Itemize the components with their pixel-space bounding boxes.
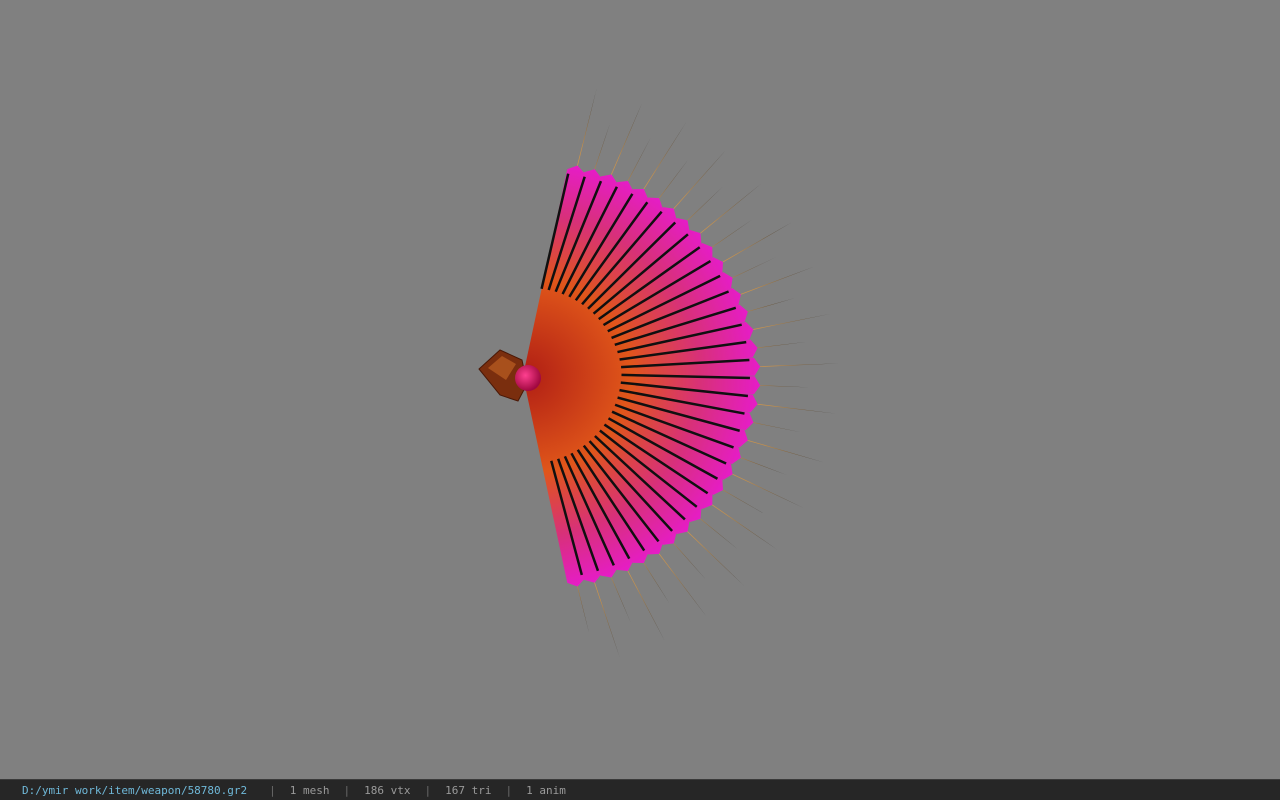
triangle-count: 167 tri <box>445 783 492 797</box>
file-path: D:/ymir work/item/weapon/58780.gr2 <box>22 783 248 797</box>
separator: | <box>505 783 513 797</box>
separator: | <box>343 783 351 797</box>
mesh-count: 1 mesh <box>289 783 330 797</box>
fan-ribs <box>523 88 840 658</box>
separator: | <box>424 783 432 797</box>
animation-count: 1 anim <box>526 783 566 797</box>
fan-weapon-model <box>478 88 840 658</box>
model-viewport[interactable] <box>0 0 1280 779</box>
separator: | <box>269 783 276 797</box>
status-bar: D:/ymir work/item/weapon/58780.gr2 | 1 m… <box>0 779 1280 800</box>
vertex-count: 186 vtx <box>364 783 411 797</box>
hub-gem <box>515 365 541 391</box>
